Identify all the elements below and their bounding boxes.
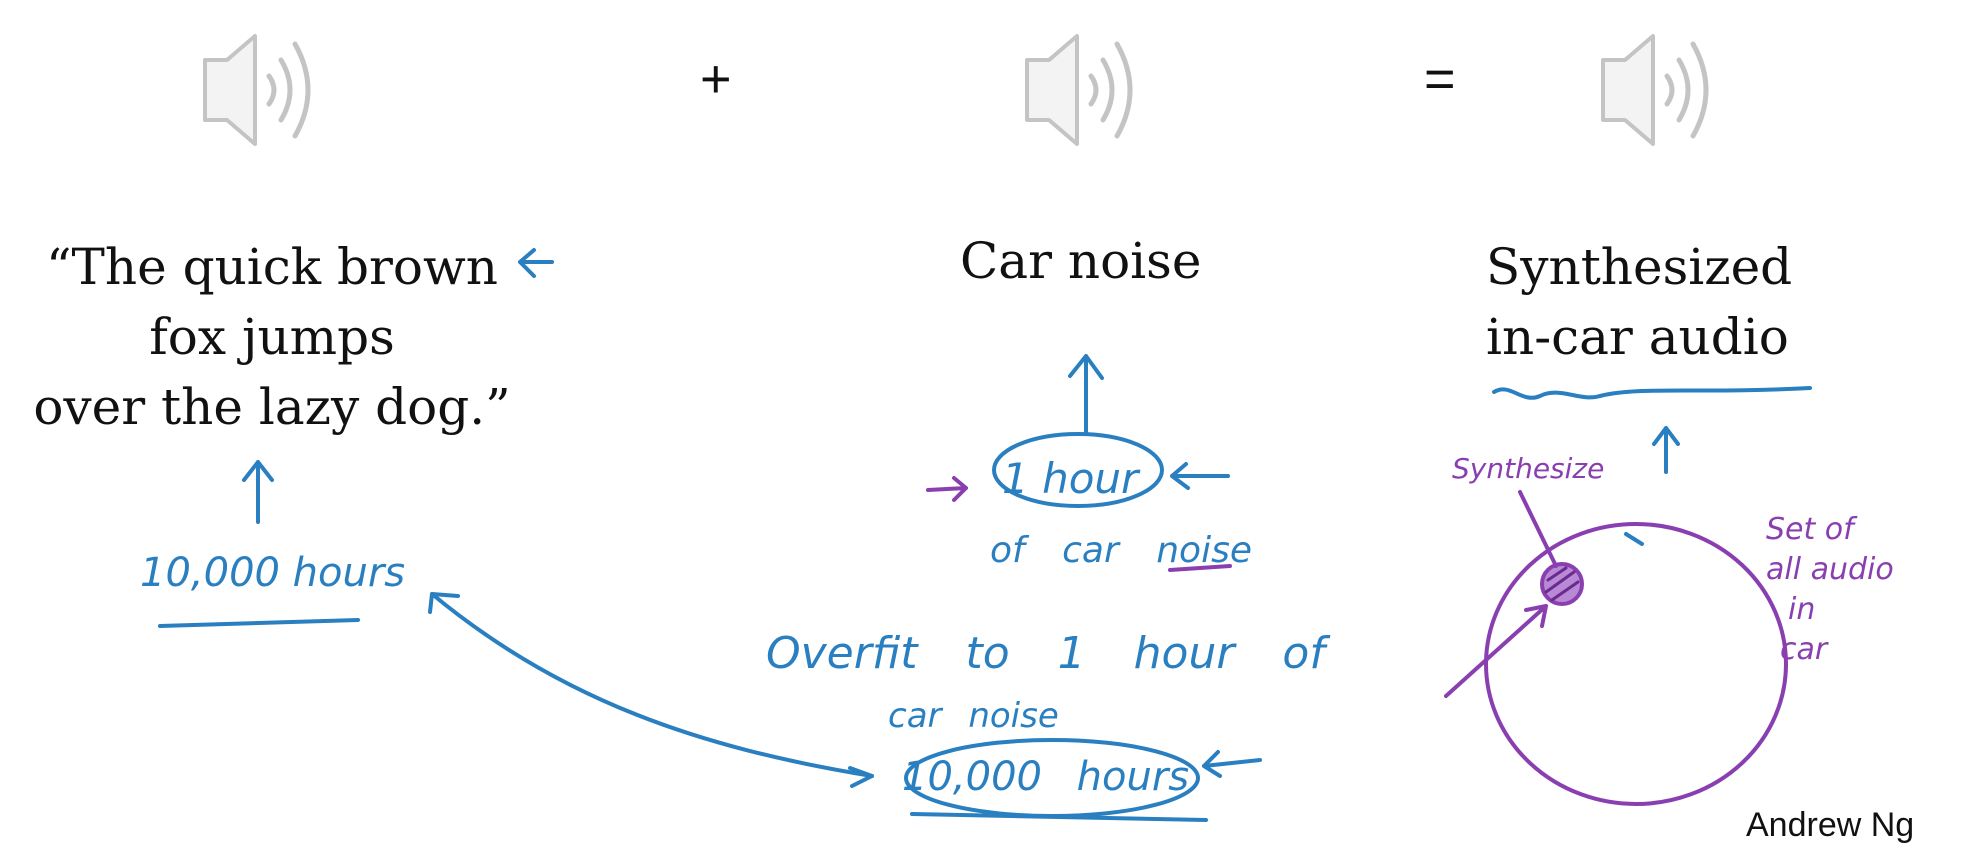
subset-arrow [1444,604,1548,698]
left-up-arrow [242,460,274,524]
one-hour-left-arrow [926,476,968,502]
audio-set-circle [1484,522,1788,806]
right-up-arrow [1652,426,1680,474]
noise-underline [1168,564,1232,572]
circle-tick [1624,532,1644,546]
annotation-strokes [158,248,1812,822]
middle-hours-right-arrow [1202,750,1262,778]
synthesize-pointer [1518,490,1558,568]
middle-hours-ellipse [904,738,1200,818]
left-arrow-to-quote [518,248,554,278]
curved-link-arrow [430,592,874,778]
synthesized-wavy-underline [1492,386,1812,400]
left-hours-underline [158,618,360,628]
one-hour-right-arrow [1170,462,1230,490]
curved-link-arrowhead-right [848,766,874,788]
one-hour-ellipse [992,432,1164,508]
middle-up-arrow [1068,354,1104,436]
